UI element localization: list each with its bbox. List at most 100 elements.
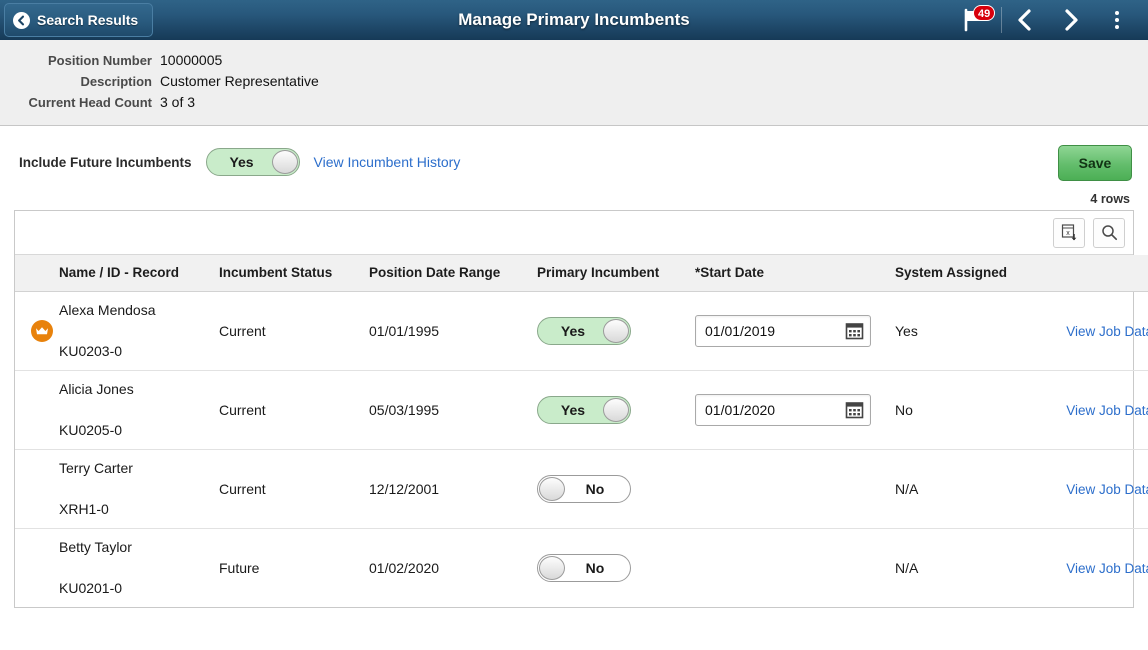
cell-system-assigned: N/A	[889, 528, 1029, 607]
calendar-picker-button[interactable]	[845, 400, 864, 419]
toggle-knob	[603, 319, 629, 343]
calendar-icon	[845, 400, 864, 419]
primary-incumbent-badge	[31, 320, 53, 342]
description-row: Description Customer Representative	[0, 73, 1148, 89]
incumbent-record-id: KU0205-0	[59, 423, 207, 438]
cell-start-date	[689, 528, 889, 607]
cell-incumbent-status: Current	[213, 449, 363, 528]
toggle-knob	[539, 556, 565, 580]
table-header-row: Name / ID - Record Incumbent Status Posi…	[15, 255, 1148, 291]
cell-primary-badge	[15, 528, 53, 607]
primary-incumbent-toggle[interactable]: No	[537, 554, 631, 582]
table-row: Alexa MendosaKU0203-0Current01/01/1995Ye…	[15, 291, 1148, 370]
chevron-right-nav-icon	[1060, 8, 1082, 32]
cell-primary-incumbent: Yes	[531, 370, 689, 449]
cell-incumbent-status: Current	[213, 291, 363, 370]
head-count-row: Current Head Count 3 of 3	[0, 94, 1148, 110]
cell-position-date-range: 01/01/1995	[363, 291, 531, 370]
chevron-left-icon	[13, 12, 30, 29]
more-actions-button[interactable]	[1094, 0, 1140, 40]
primary-incumbent-toggle[interactable]: No	[537, 475, 631, 503]
cell-start-date: 01/01/2019	[689, 291, 889, 370]
description-value: Customer Representative	[160, 73, 319, 89]
view-job-data-link[interactable]: View Job Data	[1066, 324, 1148, 339]
incumbent-record-id: KU0203-0	[59, 344, 207, 359]
calendar-picker-button[interactable]	[845, 321, 864, 340]
cell-incumbent-status: Future	[213, 528, 363, 607]
head-count-label: Current Head Count	[0, 95, 160, 110]
incumbent-record-id: KU0201-0	[59, 581, 207, 596]
grid-toolbar: x	[15, 211, 1133, 255]
cell-actions: View Job Data	[1029, 449, 1148, 528]
cell-actions: View Job Data	[1029, 291, 1148, 370]
back-button-label: Search Results	[37, 12, 138, 28]
row-count-label: 4 rows	[1090, 192, 1130, 206]
position-number-row: Position Number 10000005	[0, 52, 1148, 68]
view-job-data-link[interactable]: View Job Data	[1066, 561, 1148, 576]
column-header-name: Name / ID - Record	[53, 255, 213, 291]
cell-primary-badge	[15, 449, 53, 528]
view-job-data-link[interactable]: View Job Data	[1066, 403, 1148, 418]
previous-record-button[interactable]	[1002, 0, 1048, 40]
cell-start-date: 01/01/2020	[689, 370, 889, 449]
column-header-status: Incumbent Status	[213, 255, 363, 291]
table-row: Alicia Jones KU0205-0 Current05/03/1995Yes…	[15, 370, 1148, 449]
save-button[interactable]: Save	[1058, 145, 1132, 181]
start-date-field[interactable]: 01/01/2020	[695, 394, 871, 426]
notifications-button[interactable]: 49	[947, 0, 1001, 40]
column-header-system-assigned: System Assigned	[889, 255, 1029, 291]
position-number-value: 10000005	[160, 52, 222, 68]
back-to-search-results-button[interactable]: Search Results	[4, 3, 153, 37]
head-count-value: 3 of 3	[160, 94, 195, 110]
cell-incumbent-status: Current	[213, 370, 363, 449]
column-header-badge	[15, 255, 53, 291]
notification-count-badge: 49	[973, 5, 995, 21]
controls-strip: Include Future Incumbents Yes View Incum…	[0, 126, 1148, 192]
primary-incumbent-toggle[interactable]: Yes	[537, 396, 631, 424]
incumbents-grid: x Name / ID - Record Incumbent Status Po…	[14, 210, 1134, 608]
incumbent-record-id: XRH1-0	[59, 502, 207, 517]
include-future-incumbents-toggle[interactable]: Yes	[206, 148, 300, 176]
more-vertical-icon	[1115, 11, 1119, 29]
cell-name-id: Terry Carter XRH1-0	[53, 449, 213, 528]
table-row: Betty Taylor KU0201-0 Future01/02/2020No N/…	[15, 528, 1148, 607]
primary-crown-icon	[35, 325, 49, 337]
table-body: Alexa MendosaKU0203-0Current01/01/1995Ye…	[15, 291, 1148, 607]
cell-primary-incumbent: No	[531, 528, 689, 607]
cell-primary-badge	[15, 370, 53, 449]
position-number-label: Position Number	[0, 53, 160, 68]
incumbent-name: Terry Carter	[59, 461, 207, 476]
start-date-value: 01/01/2019	[705, 323, 845, 339]
app-header-bar: Search Results Manage Primary Incumbents…	[0, 0, 1148, 40]
controls-left-group: Include Future Incumbents Yes View Incum…	[0, 148, 1148, 176]
cell-name-id: Betty Taylor KU0201-0	[53, 528, 213, 607]
column-header-primary-incumbent: Primary Incumbent	[531, 255, 689, 291]
column-header-start-date: *Start Date	[689, 255, 889, 291]
export-to-excel-icon: x	[1061, 224, 1078, 242]
view-job-data-link[interactable]: View Job Data	[1066, 482, 1148, 497]
start-date-field[interactable]: 01/01/2019	[695, 315, 871, 347]
view-incumbent-history-link[interactable]: View Incumbent History	[314, 154, 461, 170]
column-header-date-range: Position Date Range	[363, 255, 531, 291]
cell-name-id: Alexa Mendosa KU0203-0	[53, 291, 213, 370]
toggle-knob	[272, 150, 298, 174]
toggle-knob	[539, 477, 565, 501]
export-to-excel-button[interactable]: x	[1053, 218, 1085, 248]
grid-search-button[interactable]	[1093, 218, 1125, 248]
incumbent-name: Betty Taylor	[59, 540, 207, 555]
primary-incumbent-toggle[interactable]: Yes	[537, 317, 631, 345]
cell-start-date	[689, 449, 889, 528]
next-record-button[interactable]	[1048, 0, 1094, 40]
cell-system-assigned: Yes	[889, 291, 1029, 370]
cell-name-id: Alicia Jones KU0205-0	[53, 370, 213, 449]
cell-actions: View Job Data	[1029, 370, 1148, 449]
incumbent-name: Alicia Jones	[59, 382, 207, 397]
cell-actions: View Job Data	[1029, 528, 1148, 607]
cell-system-assigned: No	[889, 370, 1029, 449]
cell-position-date-range: 05/03/1995	[363, 370, 531, 449]
cell-primary-incumbent: Yes	[531, 291, 689, 370]
incumbent-name: Alexa Mendosa	[59, 303, 207, 318]
svg-text:x: x	[1066, 230, 1070, 237]
header-actions: 49	[947, 0, 1140, 40]
cell-position-date-range: 01/02/2020	[363, 528, 531, 607]
